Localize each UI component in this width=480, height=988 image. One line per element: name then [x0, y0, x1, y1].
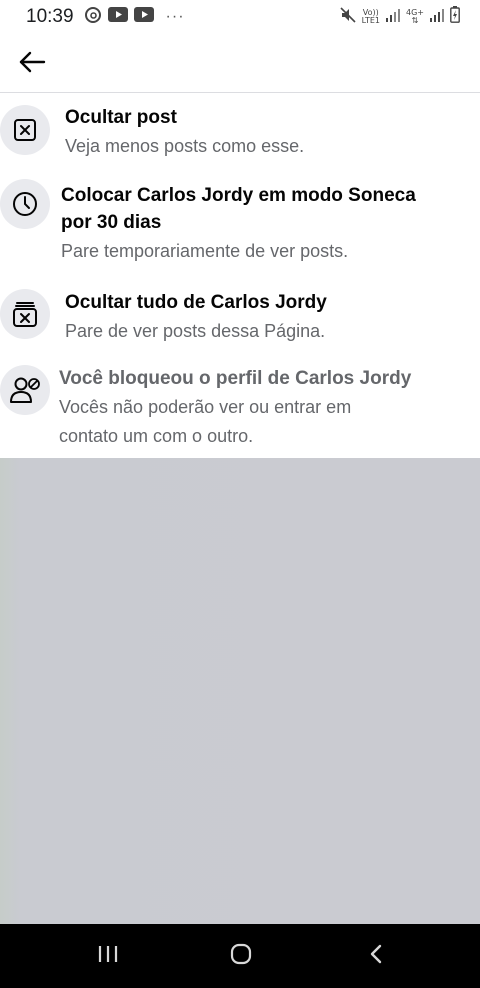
back-icon	[368, 943, 384, 970]
blocked-profile-title: Você bloqueou o perfil de Carlos Jordy	[59, 368, 412, 389]
menu-item-hide-post[interactable]: Ocultar post Veja menos posts como esse.	[0, 93, 480, 171]
recent-apps-button[interactable]	[88, 942, 128, 970]
menu-item-blocked-profile[interactable]: Você bloqueou o perfil de Carlos Jordy V…	[0, 361, 480, 458]
arrow-left-icon	[18, 51, 46, 78]
post-options-menu: Ocultar post Veja menos posts como esse.…	[0, 93, 480, 458]
lte-label: LTE1	[361, 16, 380, 25]
snooze-title-line1: Colocar Carlos Jordy em modo Soneca	[61, 185, 416, 206]
clock-icon	[0, 179, 50, 229]
snooze-subtitle: Pare temporariamente de ver posts.	[61, 241, 349, 261]
hide-all-icon	[0, 289, 50, 339]
hide-post-icon	[0, 105, 50, 155]
menu-item-hide-all[interactable]: Ocultar tudo de Carlos Jordy Pare de ver…	[0, 281, 480, 359]
more-notifications-icon: ···	[165, 8, 185, 25]
navigation-bar	[0, 924, 480, 988]
hide-post-subtitle: Veja menos posts como esse.	[65, 136, 305, 156]
status-time: 10:39	[26, 6, 74, 27]
system-back-button[interactable]	[356, 942, 396, 970]
youtube-icon	[133, 7, 154, 27]
snooze-title-line2: por 30 dias	[61, 212, 162, 233]
youtube-icon	[107, 7, 128, 27]
signal-icon	[386, 8, 400, 27]
blocked-profile-icon	[0, 365, 50, 415]
threads-icon	[84, 6, 102, 29]
home-button[interactable]	[221, 942, 261, 970]
hide-all-title: Ocultar tudo de Carlos Jordy	[65, 292, 327, 313]
home-icon	[229, 942, 253, 971]
hide-all-subtitle: Pare de ver posts dessa Página.	[65, 321, 326, 341]
menu-item-snooze[interactable]: Colocar Carlos Jordy em modo Soneca por …	[0, 173, 480, 278]
signal-icon	[430, 8, 444, 27]
battery-icon	[450, 6, 460, 28]
back-button[interactable]	[14, 46, 50, 82]
recent-apps-icon	[96, 944, 120, 969]
blocked-profile-subtitle-line1: Vocês não poderão ver ou entrar em	[59, 397, 352, 417]
fourg-indicator: 4G+ ⇅	[406, 8, 424, 25]
header	[0, 34, 480, 93]
dimmed-overlay[interactable]	[0, 458, 480, 924]
volte-indicator: Vo)) LTE1	[362, 9, 380, 25]
status-bar: 10:39 ··· Vo)) LTE1 4G+ ⇅	[0, 0, 480, 34]
hide-post-title: Ocultar post	[65, 107, 177, 128]
blocked-profile-subtitle-line2: contato um com o outro.	[59, 426, 254, 446]
mute-icon	[340, 6, 356, 28]
